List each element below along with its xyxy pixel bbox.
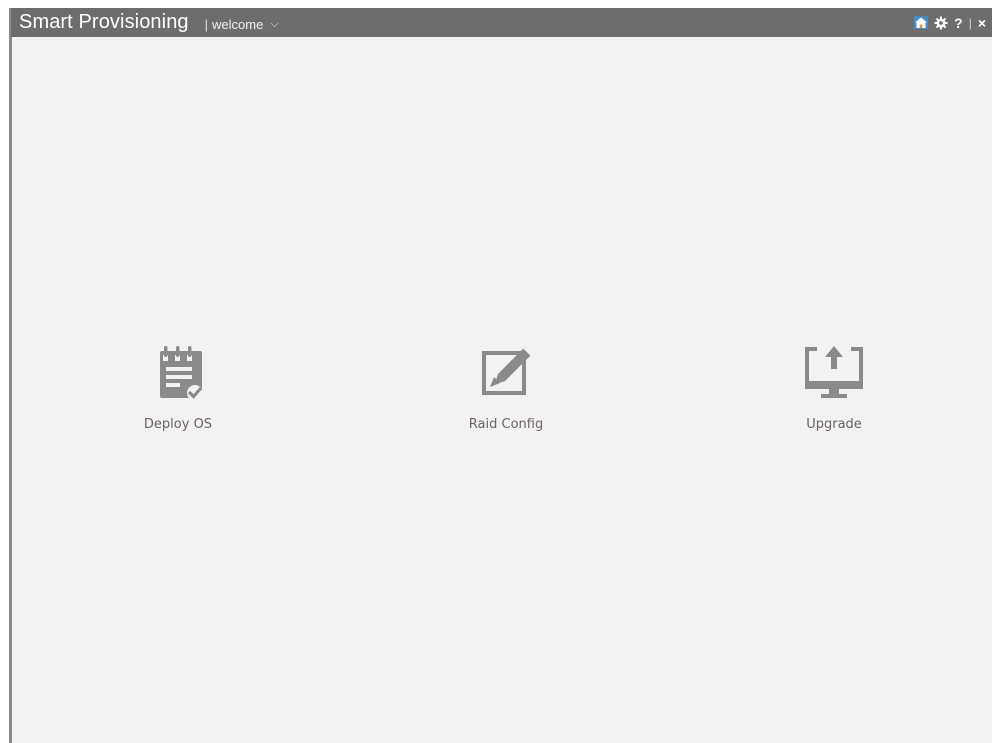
main-content: Deploy OS Raid Config Upgrade: [12, 37, 992, 743]
page-selector[interactable]: | welcome ⌵: [205, 17, 279, 32]
upgrade-tile[interactable]: Upgrade: [764, 343, 904, 443]
raid-config-tile[interactable]: Raid Config: [436, 343, 576, 443]
tile-label: Raid Config: [468, 417, 544, 432]
app-title: Smart Provisioning: [19, 11, 189, 33]
tile-label: Deploy OS: [143, 417, 213, 432]
notepad-check-icon: [148, 343, 208, 403]
help-button[interactable]: ?: [954, 15, 963, 31]
edit-pencil-icon: [476, 343, 536, 403]
page-separator: |: [204, 16, 209, 32]
page-name: welcome: [212, 16, 264, 32]
tile-label: Upgrade: [806, 417, 862, 432]
monitor-upload-icon: [804, 343, 864, 403]
control-separator: |: [968, 15, 972, 30]
close-button[interactable]: ×: [978, 15, 986, 31]
deploy-os-tile[interactable]: Deploy OS: [108, 343, 248, 443]
gear-icon[interactable]: [934, 16, 948, 30]
home-icon[interactable]: [914, 16, 929, 30]
title-controls: ? | ×: [914, 15, 986, 31]
smart-provisioning-window: Smart Provisioning | welcome ⌵ ? | × Dep…: [0, 0, 992, 743]
title-bar: Smart Provisioning | welcome ⌵ ? | ×: [11, 8, 992, 37]
chevron-down-icon: ⌵: [270, 17, 279, 30]
